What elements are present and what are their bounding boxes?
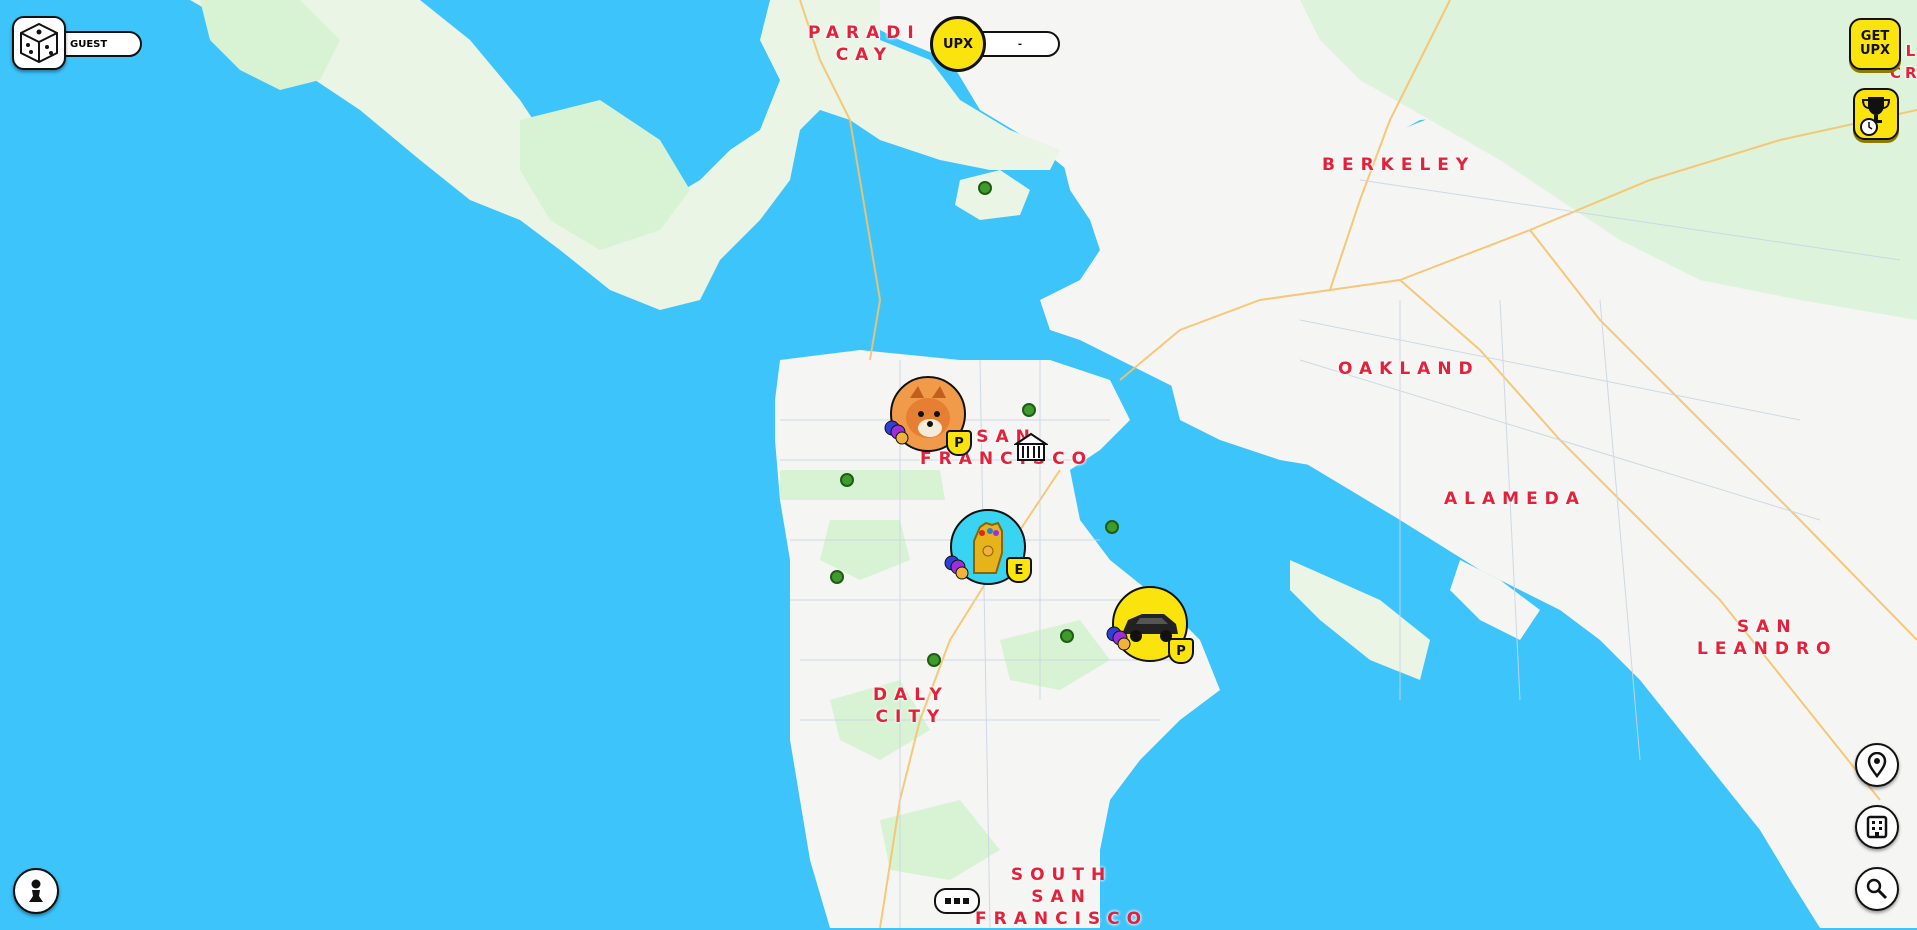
- tier-badge: E: [1006, 557, 1032, 583]
- property-pin[interactable]: [1060, 629, 1074, 643]
- get-upx-button[interactable]: GET UPX: [1849, 18, 1901, 70]
- upx-coin-icon[interactable]: UPX: [930, 16, 986, 72]
- dice-icon: [20, 22, 58, 64]
- username: GUEST: [70, 38, 108, 50]
- chips-icon: [1106, 626, 1131, 651]
- user-avatar-button[interactable]: [12, 16, 66, 70]
- avatar-button[interactable]: [13, 868, 59, 914]
- tier-badge: P: [1168, 638, 1194, 664]
- property-pin[interactable]: [1022, 403, 1036, 417]
- location-pin-icon: [1867, 752, 1887, 778]
- place-label-south-san-francisco: SOUTH SAN FRANCISCO: [975, 865, 1149, 929]
- pawn-icon: [29, 879, 43, 902]
- chips-icon: [944, 555, 969, 580]
- chips-icon: [884, 420, 909, 445]
- player-marker[interactable]: P: [1106, 582, 1216, 672]
- location-button[interactable]: [1855, 743, 1899, 787]
- place-label-paradise-cay: PARADI CAY: [808, 23, 921, 65]
- more-button[interactable]: [934, 888, 980, 914]
- property-pin[interactable]: [830, 570, 844, 584]
- place-label-san-leandro: SAN LEANDRO: [1697, 617, 1838, 659]
- place-label-berkeley: BERKELEY: [1322, 155, 1476, 175]
- property-pin[interactable]: [978, 181, 992, 195]
- place-label-oakland: OAKLAND: [1338, 359, 1480, 379]
- place-label-daly-city: DALY CITY: [873, 685, 949, 727]
- properties-button[interactable]: [1855, 805, 1899, 849]
- player-marker[interactable]: E: [944, 505, 1054, 595]
- leaderboard-button[interactable]: [1853, 88, 1899, 140]
- property-pin[interactable]: [840, 473, 854, 487]
- upx-coin-label: UPX: [942, 36, 974, 52]
- property-pin[interactable]: [927, 653, 941, 667]
- trophy-icon: [1860, 97, 1891, 136]
- property-pin[interactable]: [1105, 520, 1119, 534]
- ellipsis-icon: [945, 898, 969, 904]
- get-upx-label: GET UPX: [1859, 29, 1891, 58]
- balance-value: -: [1017, 38, 1023, 50]
- search-button[interactable]: [1855, 867, 1899, 911]
- magnifier-icon: [1866, 878, 1888, 900]
- place-label-alameda: ALAMEDA: [1444, 489, 1586, 509]
- building-icon: [1866, 815, 1888, 839]
- landmark-building-icon[interactable]: [1012, 432, 1050, 464]
- tier-badge: P: [946, 430, 972, 456]
- player-marker[interactable]: P: [884, 376, 994, 462]
